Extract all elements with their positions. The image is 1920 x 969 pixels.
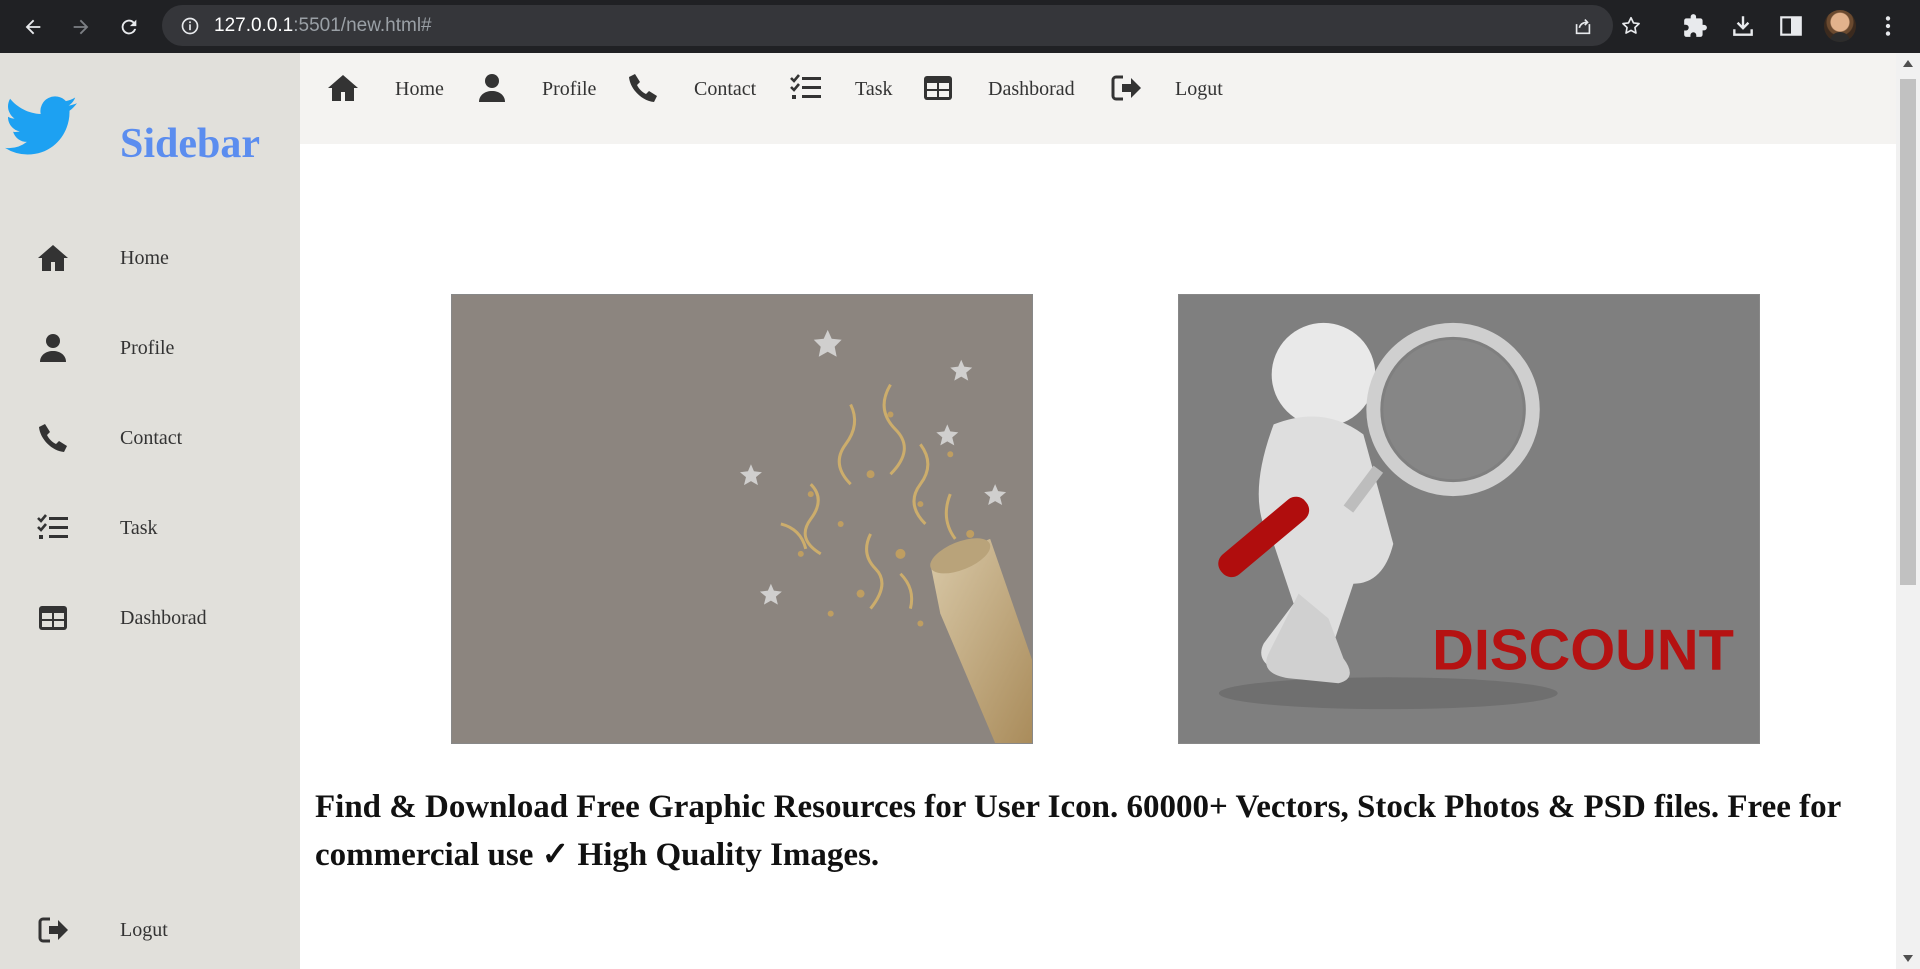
phone-icon — [629, 74, 657, 102]
sidebar-item-contact[interactable]: Contact — [0, 408, 300, 468]
kebab-menu-icon[interactable] — [1875, 13, 1901, 39]
page: Sidebar Home Profile Contact Task Dashbo… — [0, 53, 1920, 969]
twitter-bird-icon — [5, 96, 77, 155]
sidebar-item-task[interactable]: Task — [0, 498, 300, 558]
arrow-left-icon — [25, 19, 41, 35]
discount-text: DISCOUNT — [1432, 618, 1734, 682]
sidebar-item-label: Home — [120, 247, 169, 269]
sidebar: Sidebar Home Profile Contact Task Dashbo… — [0, 53, 300, 969]
sidebar-item-profile[interactable]: Profile — [0, 318, 300, 378]
topnav-item-label: Profile — [542, 78, 597, 100]
browser-toolbar: 127.0.0.1:5501/new.html# — [0, 0, 1920, 53]
address-bar[interactable]: 127.0.0.1:5501/new.html# — [162, 5, 1640, 46]
sidebar-item-label: Dashborad — [120, 607, 207, 629]
sidebar-item-dashboard[interactable]: Dashborad — [0, 588, 300, 648]
page-scrollbar[interactable] — [1896, 53, 1920, 969]
topnav-item-label: Contact — [694, 78, 757, 100]
sign-out-icon — [1111, 75, 1141, 101]
main-content: DISCOUNT Find & Download Free Graphic Re… — [300, 144, 1896, 969]
url-text: 127.0.0.1:5501/new.html# — [214, 5, 432, 46]
sidebar-item-logout[interactable]: Logut — [0, 900, 300, 960]
task-list-icon — [37, 514, 68, 539]
scroll-down-icon[interactable] — [1902, 953, 1914, 963]
back-button[interactable] — [18, 12, 48, 42]
sidebar-item-label: Logut — [120, 919, 168, 941]
content-headline: Find & Download Free Graphic Resources f… — [315, 789, 1841, 873]
user-icon — [40, 334, 66, 362]
topnav-item-dashboard[interactable]: Dashborad — [920, 53, 1100, 144]
reload-icon — [121, 19, 137, 35]
sidebar-title: Sidebar — [120, 121, 261, 167]
forward-button[interactable] — [66, 12, 96, 42]
sign-out-icon — [38, 917, 68, 943]
task-list-icon — [790, 74, 821, 99]
topnav-item-logout[interactable]: Logut — [1108, 53, 1248, 144]
topnav-item-contact[interactable]: Contact — [625, 53, 785, 144]
extensions-puzzle-icon[interactable] — [1682, 13, 1708, 39]
top-navigation: Home Profile Contact Task Dashborad Logu… — [300, 53, 1896, 144]
topnav-item-label: Logut — [1175, 78, 1223, 100]
reload-button[interactable] — [114, 12, 144, 42]
topnav-item-profile[interactable]: Profile — [474, 53, 624, 144]
profile-avatar[interactable] — [1824, 10, 1856, 42]
sidebar-item-home[interactable]: Home — [0, 228, 300, 288]
table-icon — [924, 76, 952, 100]
home-icon — [328, 75, 358, 101]
home-icon — [38, 245, 68, 271]
champagne-confetti-image — [451, 294, 1033, 744]
phone-icon — [39, 424, 67, 452]
table-icon — [39, 606, 67, 630]
scroll-up-icon[interactable] — [1902, 59, 1914, 69]
bookmark-star-icon[interactable] — [1620, 15, 1642, 37]
magnifier-discount-image: DISCOUNT — [1178, 294, 1760, 744]
side-panel-icon[interactable] — [1778, 13, 1804, 39]
scroll-thumb[interactable] — [1900, 79, 1916, 585]
sidebar-item-label: Contact — [120, 427, 183, 449]
user-icon — [479, 74, 505, 102]
sidebar-item-label: Task — [120, 517, 158, 539]
url-host: 127.0.0.1 — [214, 15, 294, 36]
download-icon[interactable] — [1730, 13, 1756, 39]
topnav-item-task[interactable]: Task — [788, 53, 918, 144]
share-icon[interactable] — [1572, 15, 1594, 37]
site-info-icon[interactable] — [180, 16, 200, 36]
sidebar-item-label: Profile — [120, 337, 175, 359]
arrow-right-icon — [73, 19, 89, 35]
topnav-item-label: Home — [395, 78, 444, 100]
topnav-item-label: Task — [855, 78, 893, 100]
url-path: :5501/new.html# — [293, 15, 432, 36]
topnav-item-label: Dashborad — [988, 78, 1075, 100]
